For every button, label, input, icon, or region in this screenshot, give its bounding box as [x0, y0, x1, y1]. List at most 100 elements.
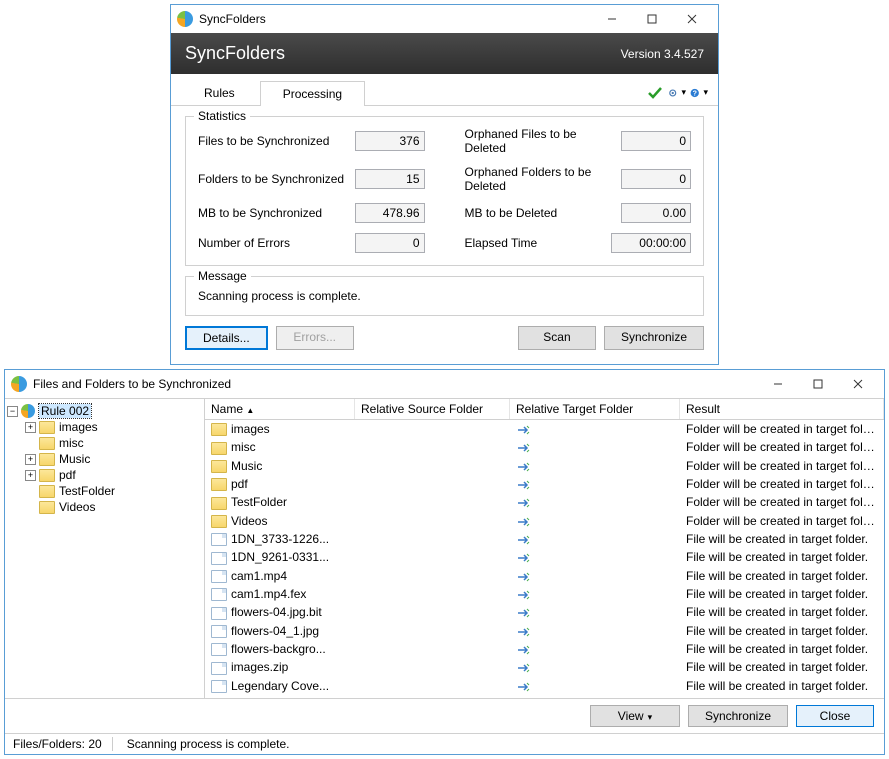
list-row[interactable]: 1DN_3733-1226... File will be created in… [205, 530, 884, 548]
app-icon [11, 376, 27, 392]
titlebar[interactable]: SyncFolders [171, 5, 718, 33]
list-row[interactable]: cam1.mp4 File will be created in target … [205, 567, 884, 585]
item-name: Legendary Cove... [231, 679, 329, 693]
list-header[interactable]: Name ▲ Relative Source Folder Relative T… [205, 399, 884, 420]
tree-node[interactable]: misc [7, 435, 202, 451]
folders-sync-label: Folders to be Synchronized [198, 172, 355, 186]
item-result: Folder will be created in target folder. [680, 513, 884, 529]
list-row[interactable]: flowers-backgro... File will be created … [205, 640, 884, 658]
list-row[interactable]: images.zip File will be created in targe… [205, 658, 884, 676]
statistics-legend: Statistics [194, 109, 250, 123]
folder-icon [211, 497, 227, 510]
list-row[interactable]: Music Folder will be created in target f… [205, 457, 884, 475]
statistics-group: Statistics Files to be Synchronized376 O… [185, 116, 704, 266]
message-group: Message Scanning process is complete. [185, 276, 704, 316]
app-icon [177, 11, 193, 27]
item-name: misc [231, 440, 256, 454]
item-result: File will be created in target folder. [680, 678, 884, 694]
list-panel[interactable]: Name ▲ Relative Source Folder Relative T… [205, 399, 884, 698]
expand-icon[interactable] [25, 502, 36, 513]
list-row[interactable]: Videos Folder will be created in target … [205, 512, 884, 530]
col-result[interactable]: Result [680, 399, 884, 419]
col-name[interactable]: Name ▲ [205, 399, 355, 419]
item-name: flowers-04_1.jpg [231, 624, 319, 638]
message-text: Scanning process is complete. [198, 287, 691, 303]
synchronize-button[interactable]: Synchronize [688, 705, 788, 727]
sync-arrow-icon [516, 607, 532, 619]
titlebar[interactable]: Files and Folders to be Synchronized [5, 370, 884, 398]
sync-arrow-icon [516, 589, 532, 601]
list-row[interactable]: Legendary Cove... File will be created i… [205, 677, 884, 695]
item-result: File will be created in target folder. [680, 549, 884, 565]
col-source[interactable]: Relative Source Folder [355, 399, 510, 419]
sync-arrow-icon [516, 479, 532, 491]
file-icon [211, 533, 227, 546]
folder-icon [39, 453, 55, 466]
tree-node[interactable]: +pdf [7, 467, 202, 483]
tree-panel[interactable]: − Rule 002 +imagesmisc + Music+pdfTestFold… [5, 399, 205, 698]
tree-node-label: TestFolder [59, 484, 115, 498]
list-row[interactable]: pdf Folder will be created in target fol… [205, 475, 884, 493]
minimize-button[interactable] [758, 372, 798, 396]
tab-rules[interactable]: Rules [181, 80, 258, 105]
view-button[interactable]: View▾ [590, 705, 680, 727]
col-target[interactable]: Relative Target Folder [510, 399, 680, 419]
maximize-button[interactable] [632, 7, 672, 31]
item-name: flowers-backgro... [231, 642, 326, 656]
folder-icon [211, 442, 227, 455]
expand-icon[interactable]: + [25, 454, 36, 465]
check-icon[interactable] [646, 84, 664, 102]
expand-icon[interactable] [25, 486, 36, 497]
file-icon [211, 570, 227, 583]
close-button[interactable] [672, 7, 712, 31]
list-row[interactable]: cam1.mp4.fex File will be created in tar… [205, 585, 884, 603]
maximize-button[interactable] [798, 372, 838, 396]
file-icon [211, 643, 227, 656]
folder-icon [39, 501, 55, 514]
tree-node[interactable]: Videos [7, 499, 202, 515]
scan-button[interactable]: Scan [518, 326, 596, 350]
chevron-down-icon: ▾ [681, 87, 686, 98]
expand-icon[interactable]: + [25, 422, 36, 433]
close-button[interactable]: Close [796, 705, 874, 727]
list-row[interactable]: TestFolder Folder will be created in tar… [205, 493, 884, 511]
tree-node[interactable]: +images [7, 419, 202, 435]
tree-node[interactable]: TestFolder [7, 483, 202, 499]
errors-button: Errors... [276, 326, 354, 350]
folder-icon [211, 478, 227, 491]
minimize-button[interactable] [592, 7, 632, 31]
sync-arrow-icon [516, 662, 532, 674]
close-button[interactable] [838, 372, 878, 396]
synchronize-button[interactable]: Synchronize [604, 326, 704, 350]
item-name: Videos [231, 514, 267, 528]
details-button[interactable]: Details... [185, 326, 268, 350]
expand-icon[interactable]: + [25, 470, 36, 481]
tab-processing[interactable]: Processing [260, 81, 365, 106]
sync-arrow-icon [516, 442, 532, 454]
list-row[interactable]: flowers-04.jpg.bit File will be created … [205, 603, 884, 621]
sync-arrow-icon [516, 534, 532, 546]
file-icon [211, 662, 227, 675]
sync-arrow-icon [516, 552, 532, 564]
tree-root[interactable]: − Rule 002 [7, 403, 202, 419]
sync-arrow-icon [516, 516, 532, 528]
folder-icon [39, 485, 55, 498]
item-name: cam1.mp4.fex [231, 587, 306, 601]
tree-node[interactable]: + Music [7, 451, 202, 467]
rule-icon [21, 404, 35, 418]
elapsed-label: Elapsed Time [465, 236, 612, 250]
item-result: Folder will be created in target folder. [680, 439, 884, 455]
mb-sync-label: MB to be Synchronized [198, 206, 355, 220]
tree-node-label: Music [59, 452, 90, 466]
item-name: Music [231, 459, 262, 473]
list-row[interactable]: images Folder will be created in target … [205, 420, 884, 438]
expand-icon[interactable] [25, 438, 36, 449]
tree-root-label[interactable]: Rule 002 [39, 404, 91, 418]
list-row[interactable]: 1DN_9261-0331... File will be created in… [205, 548, 884, 566]
list-row[interactable]: misc Folder will be created in target fo… [205, 438, 884, 456]
collapse-icon[interactable]: − [7, 406, 18, 417]
item-result: Folder will be created in target folder. [680, 494, 884, 510]
gear-icon[interactable]: ▾ [668, 84, 686, 102]
list-row[interactable]: flowers-04_1.jpg File will be created in… [205, 622, 884, 640]
help-icon[interactable]: ?▾ [690, 84, 708, 102]
